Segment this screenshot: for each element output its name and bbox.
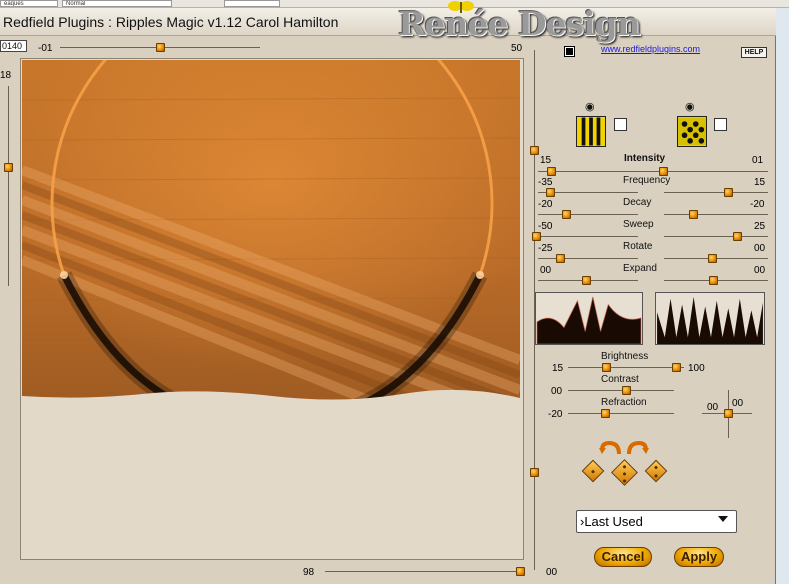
decay-label: Decay — [623, 197, 652, 208]
expand-right-value: 00 — [754, 265, 766, 276]
light-position-thumb[interactable] — [724, 409, 733, 418]
frequency-left-value: -35 — [538, 177, 553, 188]
rotate-right-value: 00 — [754, 243, 766, 254]
help-button[interactable]: HELP — [741, 47, 767, 58]
expand-left-value: 00 — [540, 265, 552, 276]
renee-design-logo: Renée Design — [398, 4, 641, 43]
side-slider-thumb[interactable] — [4, 163, 13, 172]
rotate-left-thumb[interactable] — [556, 254, 565, 263]
undo-arrow-icon[interactable] — [599, 440, 621, 456]
sweep-right-value: 25 — [754, 221, 766, 232]
refraction-slider-track[interactable] — [568, 413, 674, 414]
color-swatch[interactable] — [564, 46, 575, 57]
chevron-down-icon[interactable] — [718, 516, 728, 522]
brightness-right-thumb[interactable] — [672, 363, 681, 372]
brightness-right-value: 100 — [688, 363, 705, 374]
light-x-value: 00 — [707, 402, 719, 413]
bottom-slider-thumb[interactable] — [516, 567, 525, 576]
eye-icon[interactable]: ◉ — [685, 102, 695, 113]
refraction-thumb[interactable] — [601, 409, 610, 418]
decay-left-track[interactable] — [538, 214, 638, 215]
expand-label: Expand — [623, 263, 657, 274]
cancel-button[interactable]: Cancel — [594, 547, 652, 567]
frequency-right-thumb[interactable] — [724, 188, 733, 197]
host-combo-right[interactable] — [224, 0, 280, 7]
bottom-slider-value: 98 — [303, 567, 315, 578]
refraction-value: -20 — [548, 409, 563, 420]
brightness-slider-track[interactable] — [568, 367, 684, 368]
sweep-left-value: -50 — [538, 221, 553, 232]
rotate-left-value: -25 — [538, 243, 553, 254]
ripple-preview-image — [22, 60, 520, 406]
decay-right-track[interactable] — [664, 214, 768, 215]
vertical-stripes-pattern-icon[interactable] — [576, 116, 606, 147]
brightness-left-thumb[interactable] — [602, 363, 611, 372]
intensity-label: Intensity — [624, 153, 666, 164]
side-slider-track[interactable] — [8, 86, 9, 286]
rotate-right-thumb[interactable] — [708, 254, 717, 263]
brightness-left-value: 15 — [552, 363, 564, 374]
waveform-preview-right — [655, 292, 765, 345]
host-combo-blend[interactable]: Normal — [62, 0, 172, 7]
frequency-right-value: 15 — [754, 177, 766, 188]
expand-left-thumb[interactable] — [582, 276, 591, 285]
refraction-label: Refraction — [601, 397, 647, 408]
decay-right-value: -20 — [750, 199, 765, 210]
intensity-slider-track[interactable] — [538, 171, 768, 172]
redo-arrow-icon[interactable] — [627, 440, 649, 456]
top-slider-max: 50 — [511, 43, 523, 54]
bottom-slider-max: 00 — [546, 567, 558, 578]
light-y-value: 00 — [732, 398, 744, 409]
frequency-right-track[interactable] — [664, 192, 768, 193]
counter-field[interactable]: 0140 — [0, 40, 27, 52]
frequency-left-thumb[interactable] — [546, 188, 555, 197]
sweep-left-thumb[interactable] — [532, 232, 541, 241]
sweep-left-track[interactable] — [538, 236, 638, 237]
right-vertical-slider-thumb-top[interactable] — [530, 146, 539, 155]
eye-icon[interactable]: ◉ — [585, 102, 595, 113]
decay-right-thumb[interactable] — [689, 210, 698, 219]
apply-button[interactable]: Apply — [674, 547, 724, 567]
host-window-edge — [775, 8, 789, 584]
top-slider-value: -01 — [38, 43, 53, 54]
top-slider-thumb[interactable] — [156, 43, 165, 52]
host-combo-left[interactable]: eaques — [0, 0, 58, 7]
contrast-label: Contrast — [601, 374, 639, 385]
intensity-left-value: 15 — [540, 155, 552, 166]
checker-pattern-icon[interactable] — [677, 116, 707, 147]
sweep-right-track[interactable] — [664, 236, 768, 237]
sweep-label: Sweep — [623, 219, 654, 230]
intensity-right-value: 01 — [752, 155, 764, 166]
rotate-label: Rotate — [623, 241, 653, 252]
contrast-slider-track[interactable] — [568, 390, 674, 391]
preset-dropdown-value: ›Last Used — [580, 514, 643, 529]
brightness-label: Brightness — [601, 351, 649, 362]
waveform-preview-left — [535, 292, 643, 345]
decay-left-thumb[interactable] — [562, 210, 571, 219]
decay-left-value: -20 — [538, 199, 553, 210]
stripes-checkbox[interactable] — [614, 118, 627, 131]
window-title: Redfield Plugins : Ripples Magic v1.12 C… — [3, 14, 339, 30]
intensity-left-thumb[interactable] — [547, 167, 556, 176]
redfield-link[interactable]: www.redfieldplugins.com — [601, 44, 700, 54]
checker-checkbox[interactable] — [714, 118, 727, 131]
frequency-label: Frequency — [623, 175, 671, 186]
side-slider-value: 18 — [0, 70, 12, 81]
contrast-thumb[interactable] — [622, 386, 631, 395]
sweep-right-thumb[interactable] — [733, 232, 742, 241]
contrast-value: 00 — [551, 386, 563, 397]
rotate-left-track[interactable] — [538, 258, 638, 259]
bottom-slider-track[interactable] — [325, 571, 525, 572]
expand-right-thumb[interactable] — [709, 276, 718, 285]
right-vertical-slider-thumb-bottom[interactable] — [530, 468, 539, 477]
